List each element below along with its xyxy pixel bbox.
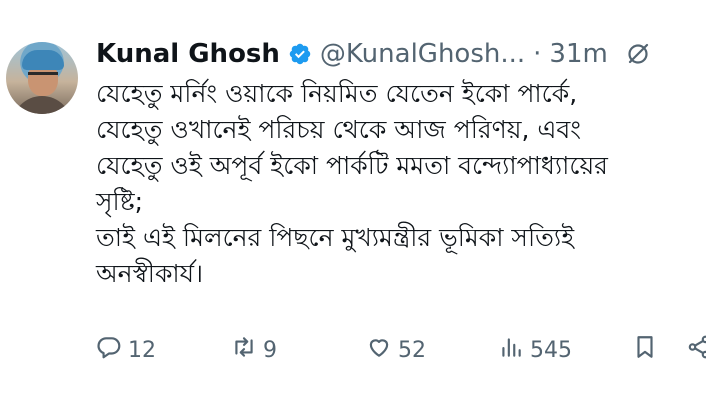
repost-count: 9	[263, 337, 277, 363]
views-icon	[498, 334, 524, 366]
views-button[interactable]: 545	[498, 332, 572, 368]
tweet-line: অনস্বীকার্য।	[96, 259, 204, 288]
like-count: 52	[398, 337, 426, 363]
bookmark-icon	[632, 334, 658, 366]
repost-icon	[231, 334, 257, 366]
tweet-line: যেহেতু ওখানেই পরিচয় থেকে আজ পরিণয়, এবং	[96, 115, 582, 144]
share-icon	[686, 334, 706, 366]
share-button[interactable]	[686, 332, 706, 368]
action-bar: 12 9 52 545	[96, 332, 706, 368]
verified-badge-icon	[288, 42, 312, 66]
reply-icon	[96, 334, 122, 366]
tweet-line: তাই এই মিলনের পিছনে মুখ্যমন্ত্রীর ভূমিকা…	[96, 223, 575, 252]
tweet-line: যেহেতু ওই অপূর্ব ইকো পার্কটি মমতা বন্দ্য…	[96, 151, 608, 180]
like-button[interactable]: 52	[366, 332, 426, 368]
bookmark-button[interactable]	[632, 332, 658, 368]
separator-dot: ·	[533, 39, 542, 69]
repost-button[interactable]: 9	[231, 332, 277, 368]
grok-icon[interactable]	[626, 42, 650, 66]
reply-count: 12	[128, 337, 156, 363]
tweet-header: Kunal Ghosh @KunalGhosh... · 31m	[96, 34, 706, 74]
tweet-line: যেহেতু মর্নিং ওয়াকে নিয়মিত যেতেন ইকো প…	[96, 79, 578, 108]
reply-button[interactable]: 12	[96, 332, 156, 368]
timestamp[interactable]: 31m	[549, 39, 607, 69]
heart-icon	[366, 334, 392, 366]
views-count: 545	[530, 337, 572, 363]
tweet-line: সৃষ্টি;	[96, 187, 144, 216]
avatar[interactable]	[6, 42, 78, 114]
author-name[interactable]: Kunal Ghosh	[96, 39, 280, 69]
author-handle[interactable]: @KunalGhosh...	[320, 39, 525, 69]
tweet-text: যেহেতু মর্নিং ওয়াকে নিয়মিত যেতেন ইকো প…	[96, 76, 696, 292]
